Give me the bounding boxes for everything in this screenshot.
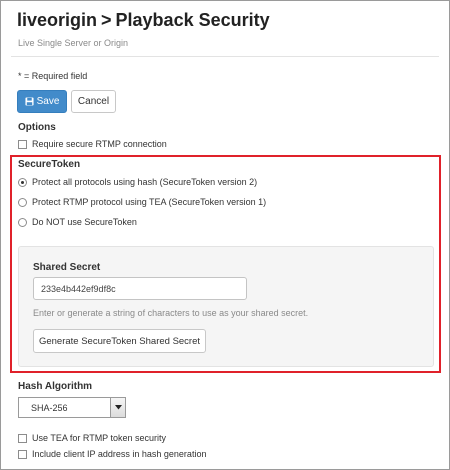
- required-field-note: * = Required field: [18, 71, 88, 81]
- radio-tea-label: Protect RTMP protocol using TEA (SecureT…: [32, 197, 267, 207]
- radio-tea[interactable]: [18, 197, 27, 207]
- hash-algorithm-select[interactable]: SHA-256: [18, 397, 126, 418]
- breadcrumb-separator: >: [101, 10, 112, 30]
- securetoken-heading: SecureToken: [18, 159, 81, 170]
- client-ip-option[interactable]: Include client IP address in hash genera…: [18, 449, 206, 459]
- radio-option-hash[interactable]: Protect all protocols using hash (Secure…: [18, 177, 257, 187]
- radio-none[interactable]: [18, 217, 27, 227]
- cancel-button-label: Cancel: [77, 96, 110, 107]
- secure-rtmp-checkbox[interactable]: [18, 139, 27, 149]
- client-ip-checkbox[interactable]: [18, 449, 27, 459]
- hash-algorithm-heading: Hash Algorithm: [18, 381, 93, 392]
- client-ip-label: Include client IP address in hash genera…: [32, 449, 207, 459]
- breadcrumb-page: Playback Security: [115, 10, 270, 30]
- breadcrumb-app[interactable]: liveorigin: [17, 10, 97, 30]
- radio-hash[interactable]: [18, 177, 27, 187]
- tea-rtmp-option[interactable]: Use TEA for RTMP token security: [18, 433, 166, 443]
- shared-secret-help: Enter or generate a string of characters…: [33, 308, 309, 318]
- radio-hash-label: Protect all protocols using hash (Secure…: [32, 177, 258, 187]
- shared-secret-value: 233e4b442ef9df8c: [41, 283, 116, 294]
- page-subtitle: Live Single Server or Origin: [18, 38, 129, 48]
- hash-algorithm-value: SHA-256: [31, 402, 68, 413]
- secure-rtmp-label: Require secure RTMP connection: [32, 139, 167, 149]
- header-divider: [11, 56, 439, 57]
- generate-secret-label: Generate SecureToken Shared Secret: [38, 335, 201, 347]
- shared-secret-label: Shared Secret: [33, 262, 101, 273]
- radio-option-none[interactable]: Do NOT use SecureToken: [18, 217, 137, 227]
- tea-rtmp-label: Use TEA for RTMP token security: [32, 433, 167, 443]
- generate-secret-button[interactable]: Generate SecureToken Shared Secret: [33, 329, 206, 353]
- save-button-label: Save: [36, 96, 60, 107]
- save-button[interactable]: Save: [17, 90, 67, 113]
- tea-rtmp-checkbox[interactable]: [18, 433, 27, 443]
- cancel-button[interactable]: Cancel: [71, 90, 116, 113]
- radio-option-tea[interactable]: Protect RTMP protocol using TEA (SecureT…: [18, 197, 266, 207]
- chevron-down-icon: [114, 405, 122, 410]
- options-heading: Options: [18, 122, 56, 133]
- page-title: liveorigin > Playback Security: [17, 10, 270, 31]
- radio-none-label: Do NOT use SecureToken: [32, 217, 137, 227]
- dropdown-arrow[interactable]: [110, 398, 125, 417]
- floppy-disk-icon: [25, 97, 34, 106]
- shared-secret-input[interactable]: 233e4b442ef9df8c: [33, 277, 247, 300]
- secure-rtmp-option[interactable]: Require secure RTMP connection: [18, 139, 167, 149]
